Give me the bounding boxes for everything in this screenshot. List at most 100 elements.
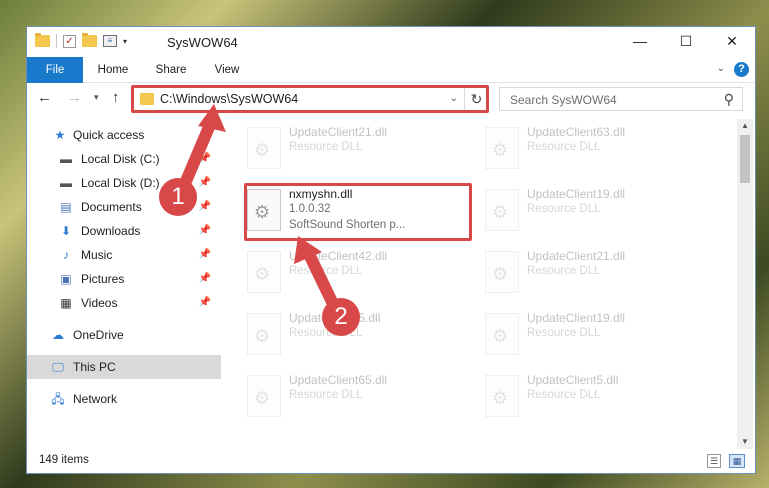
navigation-bar: ← → ▾ ↑ C:\Windows\SysWOW64 ⌄ ↻ Search S…: [27, 83, 755, 115]
dll-file-icon: [485, 189, 519, 231]
sidebar-item-label: OneDrive: [73, 328, 124, 342]
search-box[interactable]: Search SysWOW64 ⚲: [499, 87, 743, 111]
sidebar-item-downloads[interactable]: ⬇ Downloads 📌: [27, 219, 221, 243]
file-tile[interactable]: UpdateClient63.dll Resource DLL: [479, 121, 699, 181]
vertical-scrollbar[interactable]: ▲ ▼: [737, 119, 753, 449]
sidebar-item-label: Music: [81, 248, 113, 262]
file-name: UpdateClient19.dll: [527, 187, 626, 201]
dll-file-icon: [485, 313, 519, 355]
sidebar-item-label: Local Disk (D:): [81, 176, 160, 190]
sidebar-item-label: Videos: [81, 296, 118, 310]
drive-icon: ▬: [60, 176, 72, 190]
file-tile[interactable]: UpdateClient21.dll Resource DLL: [241, 121, 461, 181]
callout-badge-1: 1: [159, 178, 197, 216]
dll-file-icon: [247, 127, 281, 169]
scrollbar-thumb[interactable]: [740, 135, 750, 183]
file-tile[interactable]: UpdateClient19.dll Resource DLL: [479, 307, 699, 367]
dll-file-icon: [247, 313, 281, 355]
customize-toolbar-icon[interactable]: ▾: [123, 37, 127, 46]
file-name: UpdateClient63.dll: [527, 125, 626, 139]
window-title: SysWOW64: [167, 35, 238, 50]
quick-access-toolbar: ✓ ≡ ▾: [35, 33, 127, 48]
pin-icon[interactable]: 📌: [199, 267, 211, 291]
network-icon: 🖧: [51, 392, 65, 406]
sidebar-item-videos[interactable]: ▦ Videos 📌: [27, 291, 221, 315]
title-bar: ✓ ≡ ▾ SysWOW64 — ☐ ✕: [27, 27, 755, 57]
recent-locations-icon[interactable]: ▾: [94, 92, 99, 103]
window-controls: — ☐ ✕: [617, 27, 755, 57]
tab-file[interactable]: File: [27, 57, 83, 83]
scroll-down-icon[interactable]: ▼: [737, 435, 753, 449]
pin-icon[interactable]: 📌: [199, 219, 211, 243]
star-icon: ★: [54, 128, 66, 142]
sidebar-item-label: Local Disk (C:): [81, 152, 160, 166]
file-type: Resource DLL: [527, 389, 601, 401]
close-button[interactable]: ✕: [709, 27, 755, 57]
file-tile[interactable]: UpdateClient19.dll Resource DLL: [479, 183, 699, 243]
dll-file-icon: [247, 251, 281, 293]
search-icon[interactable]: ⚲: [724, 91, 734, 108]
documents-icon: ▤: [60, 200, 72, 214]
sidebar-item-label: Network: [73, 392, 118, 406]
sidebar-item-local-disk-c[interactable]: ▬ Local Disk (C:) 📌: [27, 147, 221, 171]
file-tile[interactable]: UpdateClient21.dll Resource DLL: [479, 245, 699, 305]
pin-icon[interactable]: 📌: [199, 291, 211, 315]
item-count: 149 items: [39, 454, 89, 466]
rename-icon[interactable]: ≡: [103, 35, 117, 47]
drive-icon: ▬: [60, 152, 72, 166]
computer-icon: 🖵: [52, 360, 64, 374]
file-type: Resource DLL: [527, 327, 601, 339]
expand-ribbon-icon[interactable]: ⌄: [717, 63, 725, 74]
file-type: Resource DLL: [289, 389, 363, 401]
videos-icon: ▦: [60, 296, 72, 310]
help-icon[interactable]: ?: [734, 62, 749, 77]
sidebar-item-onedrive[interactable]: ☁ OneDrive: [27, 323, 221, 347]
tab-view[interactable]: View: [203, 57, 251, 83]
properties-check-icon[interactable]: ✓: [63, 34, 76, 48]
music-icon: ♪: [63, 248, 69, 262]
pin-icon[interactable]: 📌: [199, 243, 211, 267]
file-name: UpdateClient65.dll: [289, 373, 388, 387]
cloud-icon: ☁: [52, 328, 64, 342]
sidebar-item-network[interactable]: 🖧 Network: [27, 387, 221, 411]
sidebar-item-music[interactable]: ♪ Music 📌: [27, 243, 221, 267]
download-icon: ⬇: [60, 224, 72, 238]
back-arrow-icon[interactable]: ←: [37, 89, 52, 106]
file-type: Resource DLL: [527, 265, 601, 277]
pin-icon[interactable]: 📌: [199, 147, 211, 171]
toolbar-divider: [56, 34, 57, 48]
pictures-icon: ▣: [60, 272, 72, 286]
status-bar: 149 items ☰ ▦: [27, 449, 755, 473]
file-tile[interactable]: UpdateClient5.dll Resource DLL: [479, 369, 699, 429]
file-name: UpdateClient19.dll: [527, 311, 626, 325]
maximize-button[interactable]: ☐: [663, 27, 709, 57]
sidebar-item-this-pc[interactable]: 🖵 This PC: [27, 355, 221, 379]
file-tile[interactable]: UpdateClient42.dll Resource DLL: [241, 245, 461, 305]
sidebar-item-label: Pictures: [81, 272, 125, 286]
file-type: Resource DLL: [527, 203, 601, 215]
tiles-view-icon[interactable]: ▦: [729, 454, 745, 468]
file-tile[interactable]: UpdateClient65.dll Resource DLL: [241, 369, 461, 429]
file-type: Resource DLL: [527, 141, 601, 153]
tab-share[interactable]: Share: [145, 57, 197, 83]
file-type: Resource DLL: [289, 141, 363, 153]
search-placeholder: Search SysWOW64: [510, 93, 617, 107]
sidebar-item-pictures[interactable]: ▣ Pictures 📌: [27, 267, 221, 291]
up-arrow-icon[interactable]: ↑: [112, 89, 120, 106]
dll-file-icon: [247, 375, 281, 417]
file-name: UpdateClient21.dll: [527, 249, 626, 263]
folder-icon[interactable]: [35, 33, 50, 47]
pin-icon[interactable]: 📌: [199, 195, 211, 219]
details-view-icon[interactable]: ☰: [707, 454, 721, 468]
dll-file-icon: [485, 375, 519, 417]
sidebar-item-label: Quick access: [73, 128, 145, 142]
file-list: UpdateClient21.dll Resource DLL UpdateCl…: [227, 119, 737, 447]
tab-home[interactable]: Home: [87, 57, 139, 83]
file-type: Resource DLL: [289, 265, 363, 277]
new-folder-icon[interactable]: [82, 33, 97, 47]
pin-icon[interactable]: 📌: [199, 171, 211, 195]
sidebar-item-quick-access[interactable]: ★ Quick access: [27, 123, 221, 147]
minimize-button[interactable]: —: [617, 27, 663, 57]
scroll-up-icon[interactable]: ▲: [737, 119, 753, 133]
forward-arrow-icon[interactable]: →: [67, 89, 82, 106]
